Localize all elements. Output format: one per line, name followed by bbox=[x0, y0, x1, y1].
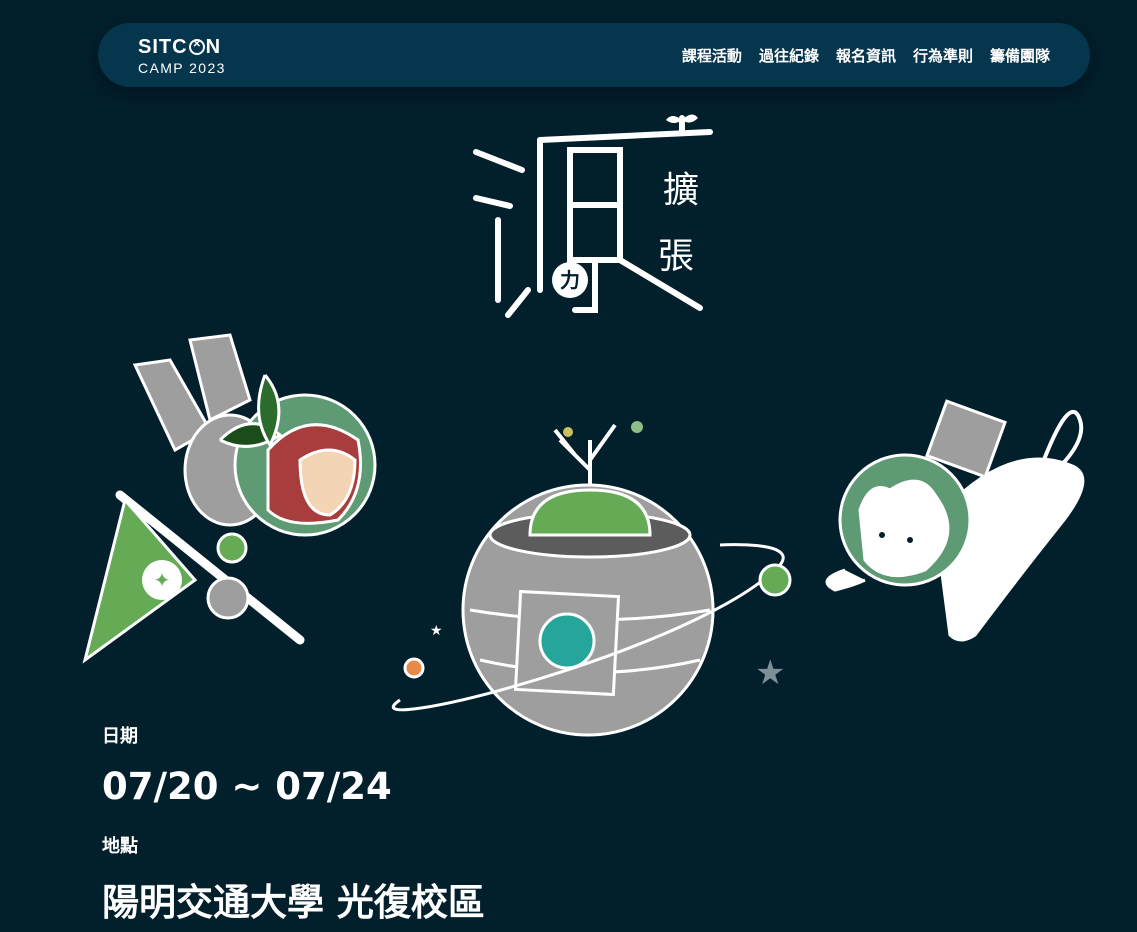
date-value: 07/20 ~ 07/24 bbox=[102, 765, 392, 808]
sitcon-logo[interactable]: SITCN CAMP 2023 bbox=[138, 37, 226, 75]
hero-illustration: ✦ ★ ★ bbox=[82, 333, 1085, 737]
planet-illustration: ★ ★ bbox=[391, 421, 792, 737]
nav-item-courses[interactable]: 課程活動 bbox=[682, 45, 742, 66]
hero-title-art: 力 擴 張 bbox=[473, 114, 713, 318]
nav-item-team[interactable]: 籌備團隊 bbox=[990, 45, 1050, 66]
nav-menu: 課程活動 過往紀錄 報名資訊 行為準則 籌備團隊 bbox=[682, 23, 1050, 87]
nav-item-history[interactable]: 過往紀錄 bbox=[759, 45, 819, 66]
location-label: 地點 bbox=[102, 836, 138, 857]
svg-text:✦: ✦ bbox=[154, 568, 171, 592]
date-label: 日期 bbox=[102, 726, 138, 747]
hero-sub-char-1: 擴 bbox=[663, 170, 699, 211]
location-value: 陽明交通大學 光復校區 bbox=[102, 881, 485, 924]
logo-top-text: SITC bbox=[138, 36, 188, 58]
hero-sub-char-2: 張 bbox=[658, 236, 694, 277]
hero-circle-char: 力 bbox=[560, 268, 580, 292]
astronaut-illustration: ✦ bbox=[82, 333, 377, 664]
top-navbar: SITCN CAMP 2023 課程活動 過往紀錄 報名資訊 行為準則 籌備團隊 bbox=[98, 23, 1090, 87]
svg-text:★: ★ bbox=[755, 653, 785, 693]
logo-title: SITCN bbox=[138, 37, 226, 57]
nav-item-registration[interactable]: 報名資訊 bbox=[836, 45, 896, 66]
logo-subtitle: CAMP 2023 bbox=[138, 60, 226, 76]
svg-text:★: ★ bbox=[430, 623, 443, 639]
nav-item-code-of-conduct[interactable]: 行為準則 bbox=[913, 45, 973, 66]
cat-astronaut-illustration bbox=[825, 399, 1085, 642]
